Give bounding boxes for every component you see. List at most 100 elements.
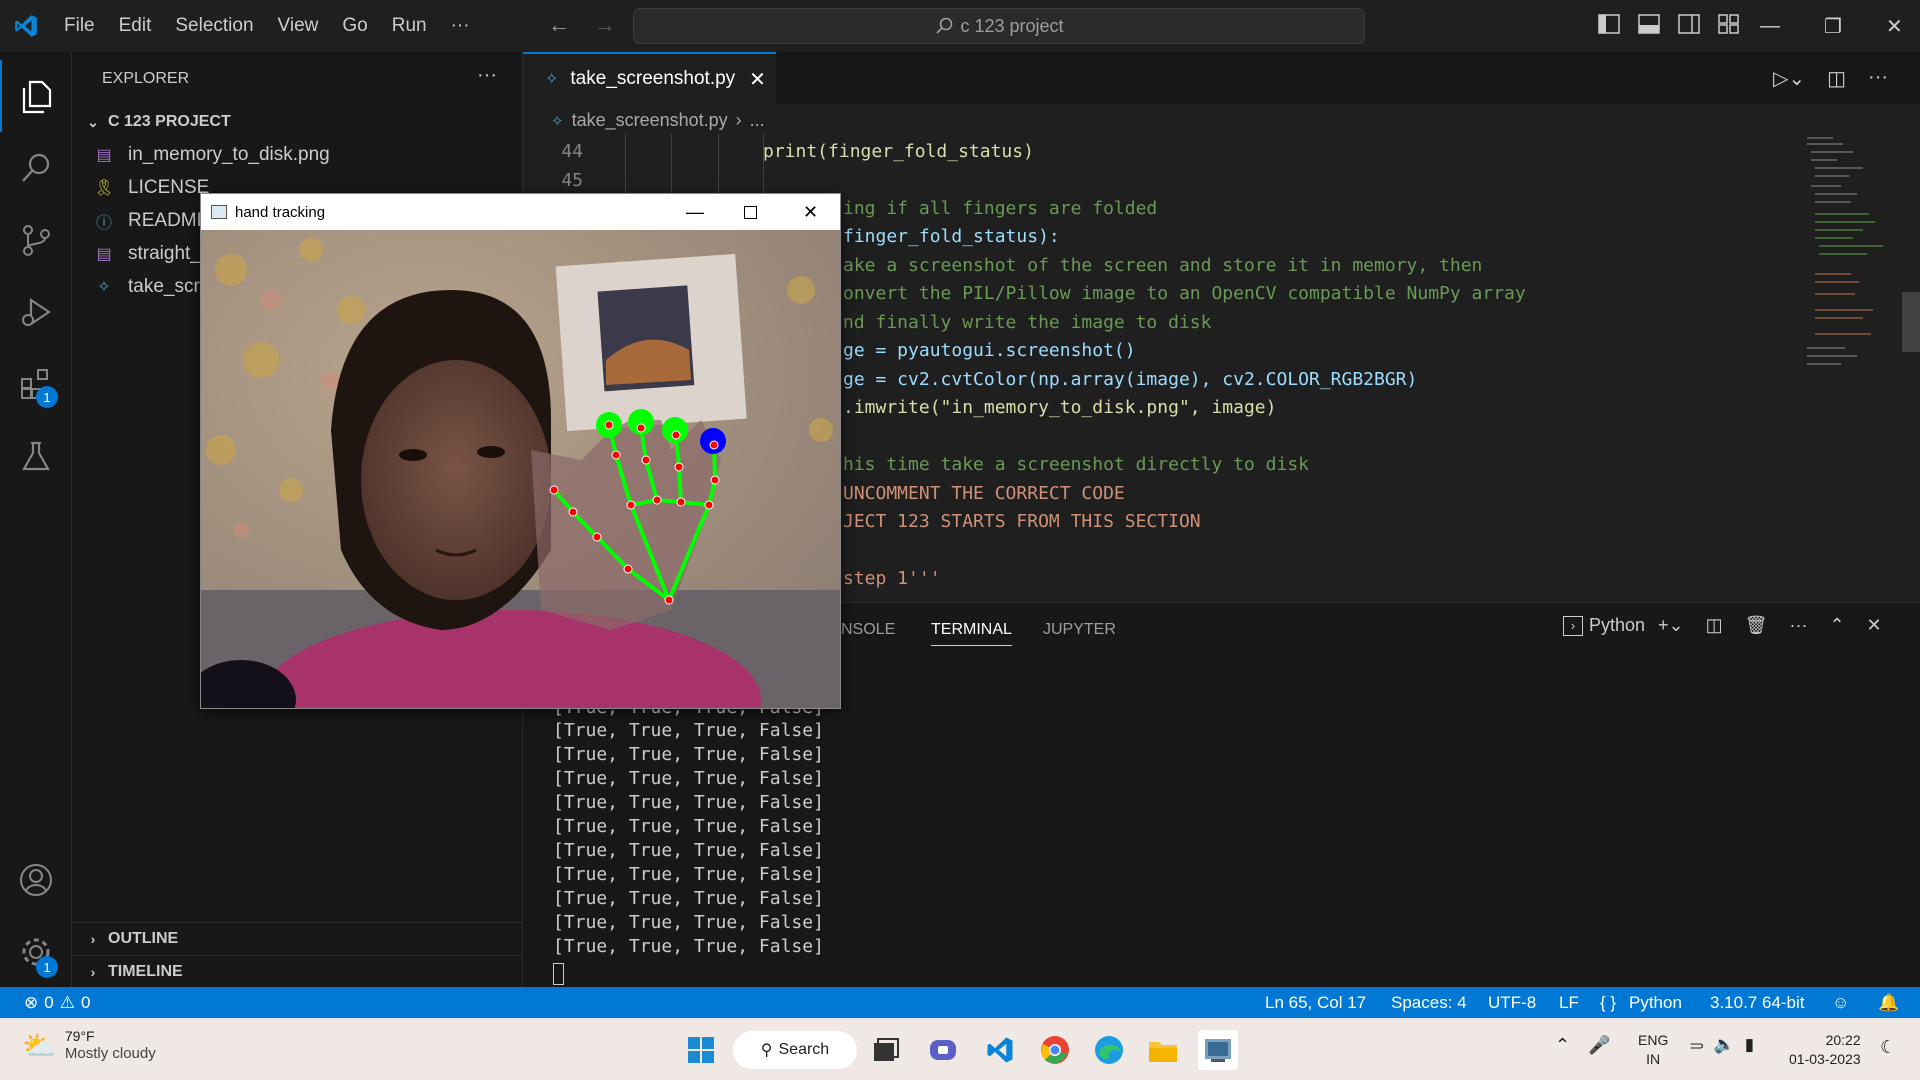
taskbar-search[interactable]: ⚲ Search xyxy=(733,1031,857,1069)
menu-more[interactable]: ··· xyxy=(439,0,482,52)
terminal-shell-name: Python xyxy=(1589,615,1646,635)
menu-go[interactable]: Go xyxy=(330,0,379,52)
terminal-selector[interactable]: › Python xyxy=(1563,615,1645,636)
braces-icon[interactable]: { } xyxy=(1600,993,1616,1013)
window-app-icon xyxy=(211,205,227,219)
close-button[interactable]: ✕ xyxy=(1886,14,1903,39)
toggle-primary-sidebar-icon[interactable] xyxy=(1598,13,1620,39)
cursor-position[interactable]: Ln 65, Col 17 xyxy=(1265,993,1366,1013)
weather-widget[interactable]: ⛅ 79°F Mostly cloudy xyxy=(22,1027,156,1063)
minimize-button[interactable]: — xyxy=(1760,15,1780,38)
outline-section[interactable]: › OUTLINE xyxy=(72,922,523,955)
encoding[interactable]: UTF-8 xyxy=(1488,993,1536,1013)
toggle-panel-icon[interactable] xyxy=(1638,13,1660,39)
maximize-panel-icon[interactable]: ⌃ xyxy=(1829,615,1844,636)
close-button[interactable]: ✕ xyxy=(803,202,818,223)
chrome-icon[interactable] xyxy=(1035,1030,1075,1070)
problems-indicator[interactable]: ⊗ 0 ⚠ 0 xyxy=(24,993,90,1013)
tab-take-screenshot[interactable]: ✧ take_screenshot.py ✕ xyxy=(523,52,776,104)
hand-tracking-titlebar[interactable]: hand tracking — ✕ xyxy=(201,194,840,230)
trash-icon[interactable]: 🗑 xyxy=(1745,615,1768,636)
minimize-button[interactable]: — xyxy=(686,202,704,223)
focus-moon-icon[interactable]: ☾ xyxy=(1880,1037,1896,1058)
explorer-title: EXPLORER xyxy=(102,70,190,87)
close-tab-icon[interactable]: ✕ xyxy=(749,67,766,92)
task-view-icon[interactable] xyxy=(866,1030,906,1070)
teams-chat-icon[interactable] xyxy=(923,1030,963,1070)
clock[interactable]: 20:22 01-03-2023 xyxy=(1789,1031,1861,1069)
vscode-taskbar-icon[interactable] xyxy=(980,1030,1020,1070)
file-explorer-icon[interactable] xyxy=(1143,1030,1183,1070)
menu-selection[interactable]: Selection xyxy=(163,0,265,52)
editor-more-icon[interactable]: ··· xyxy=(1868,66,1888,91)
tab-terminal[interactable]: TERMINAL xyxy=(931,621,1012,646)
forward-arrow-icon[interactable]: → xyxy=(594,12,616,38)
search-icon: ⚲ xyxy=(760,1042,773,1059)
python-interpreter[interactable]: 3.10.7 64-bit xyxy=(1710,993,1805,1013)
feedback-icon[interactable]: ☺ xyxy=(1832,993,1849,1013)
timeline-section[interactable]: › TIMELINE xyxy=(72,955,523,987)
tab-jupyter[interactable]: JUPYTER xyxy=(1043,621,1116,639)
customize-layout-icon[interactable] xyxy=(1718,13,1740,39)
project-folder-name: C 123 PROJECT xyxy=(108,113,231,130)
menu-edit[interactable]: Edit xyxy=(107,0,164,52)
maximize-button[interactable]: ❐ xyxy=(1824,14,1842,39)
split-editor-icon[interactable]: ◫ xyxy=(1827,66,1846,91)
input-language[interactable]: ENG IN xyxy=(1638,1031,1668,1069)
explorer-more-button[interactable]: ··· xyxy=(477,64,497,87)
file-name: straight_ xyxy=(128,242,201,264)
command-center-search[interactable]: c 123 project xyxy=(633,8,1365,44)
testing-icon[interactable] xyxy=(0,420,72,492)
window-title: hand tracking xyxy=(235,203,326,221)
split-terminal-icon[interactable]: ◫ xyxy=(1706,615,1723,636)
breadcrumb-symbol[interactable]: ... xyxy=(750,110,765,131)
accounts-icon[interactable] xyxy=(0,844,72,916)
outline-label: OUTLINE xyxy=(108,930,179,947)
terminal-output-line: [True, True, True, False] xyxy=(553,792,824,813)
chevron-up-icon[interactable]: ⌃ xyxy=(1555,1035,1570,1056)
code-line: .imwrite("in_memory_to_disk.png", image) xyxy=(843,397,1277,418)
language-code: ENG xyxy=(1638,1032,1669,1048)
vscode-window: File Edit Selection View Go Run ··· ← → … xyxy=(0,0,1920,1080)
windows-start-icon[interactable] xyxy=(681,1030,721,1070)
chevron-right-icon: › xyxy=(90,963,96,980)
search-icon[interactable] xyxy=(0,132,72,204)
settings-gear-icon[interactable]: 1 xyxy=(0,916,72,988)
menu-view[interactable]: View xyxy=(266,0,331,52)
explorer-icon[interactable] xyxy=(0,60,72,132)
file-item[interactable]: ▤ in_memory_to_disk.png xyxy=(72,138,523,171)
code-line: finger_fold_status): xyxy=(843,226,1060,247)
chevron-right-icon: › xyxy=(735,110,742,130)
project-folder-header[interactable]: ⌄ C 123 PROJECT xyxy=(72,107,523,137)
minimap[interactable] xyxy=(1793,134,1903,384)
indentation[interactable]: Spaces: 4 xyxy=(1391,993,1467,1013)
run-file-icon[interactable]: ▷⌄ xyxy=(1773,66,1805,91)
notifications-bell-icon[interactable]: 🔔 xyxy=(1878,993,1899,1013)
command-center-text: c 123 project xyxy=(960,15,1064,36)
maximize-button[interactable] xyxy=(744,205,757,219)
extensions-icon[interactable]: 1 xyxy=(0,348,72,420)
code-line: UNCOMMENT THE CORRECT CODE xyxy=(843,483,1125,504)
hand-tracking-window[interactable]: hand tracking — ✕ xyxy=(200,193,841,709)
source-control-icon[interactable] xyxy=(0,204,72,276)
editor-scrollbar[interactable] xyxy=(1902,292,1920,352)
language-mode[interactable]: Python xyxy=(1629,993,1682,1013)
new-terminal-icon[interactable]: +⌄ xyxy=(1658,615,1684,636)
system-tray[interactable]: ⥰ 🔈 ▮ xyxy=(1690,1035,1754,1055)
more-actions-icon[interactable]: ··· xyxy=(1789,615,1807,636)
run-debug-icon[interactable] xyxy=(0,276,72,348)
toggle-secondary-sidebar-icon[interactable] xyxy=(1678,13,1700,39)
windows-taskbar: ⛅ 79°F Mostly cloudy ⚲ Search ⌃ 🎤 ENG IN xyxy=(0,1018,1920,1080)
microphone-icon[interactable]: 🎤 xyxy=(1588,1035,1610,1056)
menu-file[interactable]: File xyxy=(52,0,107,52)
tab-debug-console[interactable]: NSOLE xyxy=(841,621,895,639)
code-line: onvert the PIL/Pillow image to an OpenCV… xyxy=(843,283,1526,304)
close-panel-icon[interactable]: ✕ xyxy=(1867,615,1882,636)
python-window-icon[interactable] xyxy=(1198,1030,1238,1070)
menu-run[interactable]: Run xyxy=(380,0,439,52)
edge-icon[interactable] xyxy=(1089,1030,1129,1070)
taskbar-search-label: Search xyxy=(778,1041,830,1058)
breadcrumb-file[interactable]: take_screenshot.py xyxy=(572,110,728,131)
back-arrow-icon[interactable]: ← xyxy=(548,12,570,38)
line-ending[interactable]: LF xyxy=(1559,993,1579,1013)
